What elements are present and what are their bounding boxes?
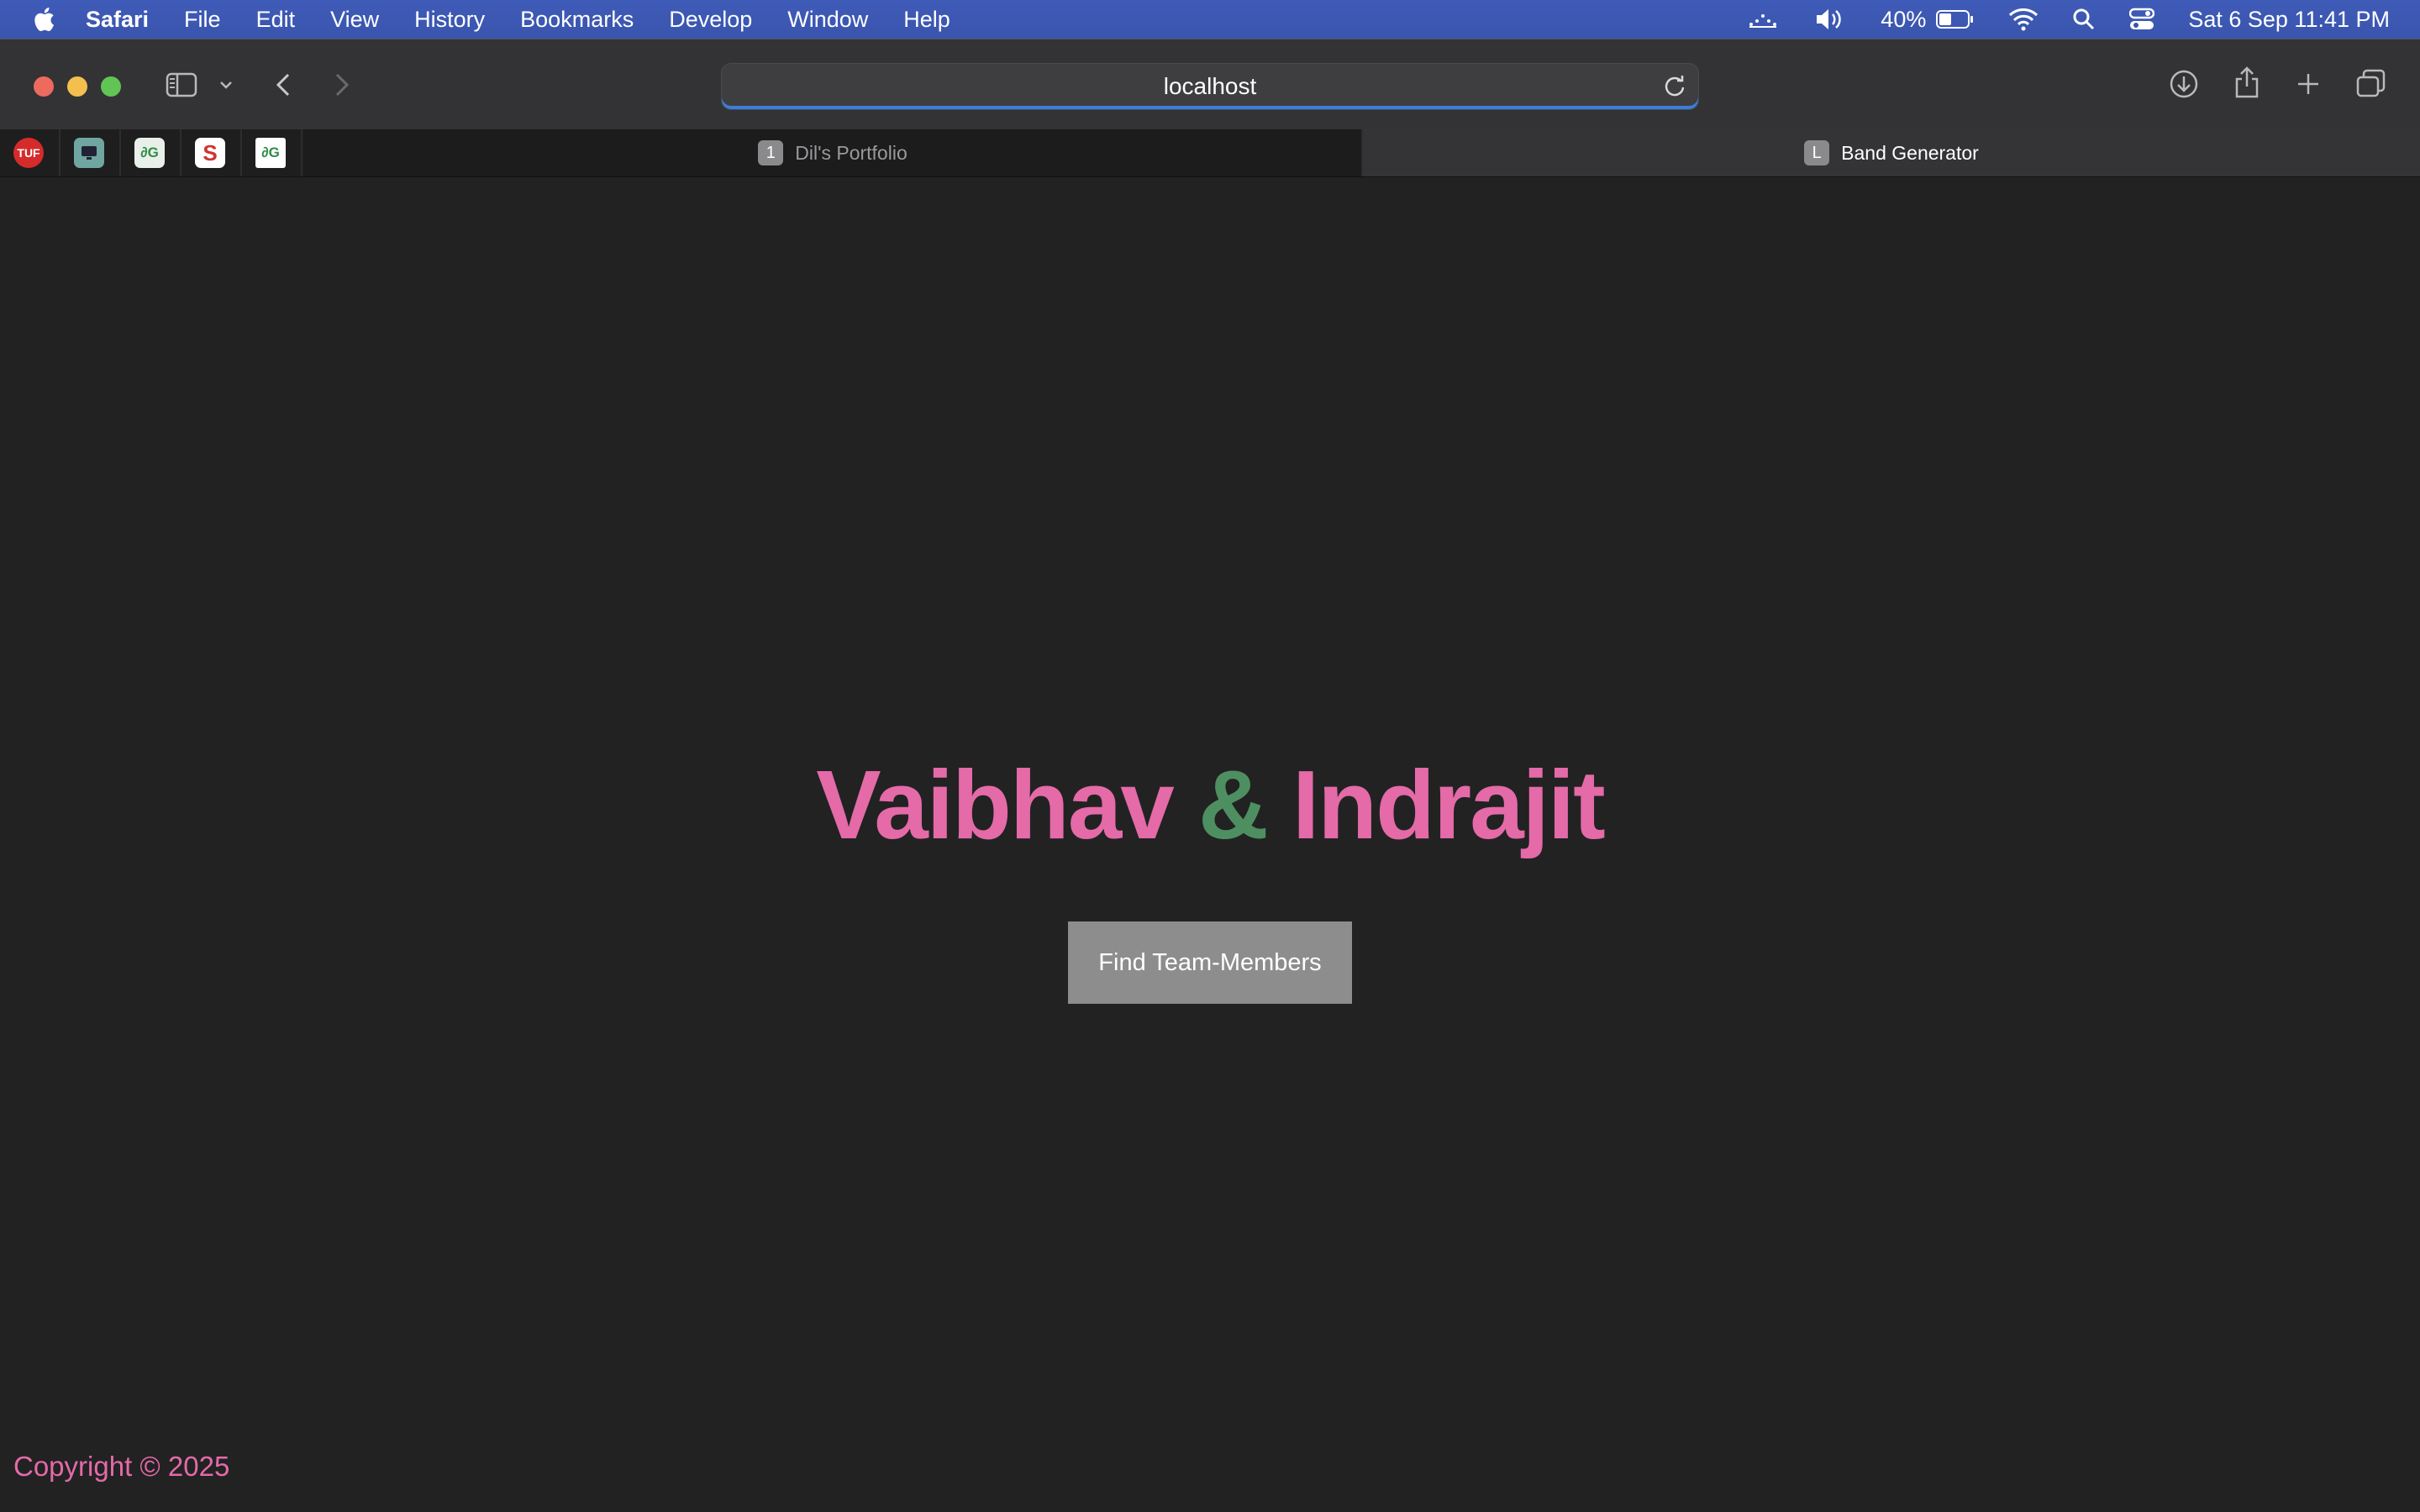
pinned-tab-tuf[interactable]: TUF bbox=[13, 138, 44, 168]
pinned-tab-s[interactable]: S bbox=[195, 138, 225, 168]
tab-overview-icon[interactable] bbox=[2354, 68, 2388, 100]
pinned-tab-label: ∂G bbox=[140, 144, 159, 160]
minimize-window-button[interactable] bbox=[67, 76, 87, 97]
pinned-tab-geeksforgeeks-2[interactable]: ∂G bbox=[255, 138, 286, 168]
spotlight-search-icon[interactable] bbox=[2072, 8, 2096, 31]
title-ampersand: & bbox=[1198, 750, 1269, 859]
monitor-icon bbox=[82, 146, 97, 160]
tab-bar: TUF ∂G S ∂G 1 Dil's Portfolio L Band Gen… bbox=[0, 129, 2420, 177]
tab-band-generator[interactable]: L Band Generator bbox=[1363, 129, 2420, 176]
battery-icon[interactable] bbox=[1936, 9, 1975, 29]
browser-toolbar: localhost bbox=[0, 39, 2420, 130]
volume-icon[interactable] bbox=[1813, 7, 1847, 32]
forward-button-icon[interactable] bbox=[329, 70, 355, 100]
menu-file[interactable]: File bbox=[184, 7, 221, 33]
downloads-icon[interactable] bbox=[2168, 68, 2200, 100]
tab-favicon: L bbox=[1804, 140, 1830, 165]
chevron-down-icon[interactable] bbox=[217, 73, 235, 97]
pinned-tab-geeksforgeeks[interactable]: ∂G bbox=[134, 138, 165, 168]
copyright-footer: Copyright © 2025 bbox=[13, 1451, 230, 1482]
menu-view[interactable]: View bbox=[330, 7, 379, 33]
clock[interactable]: Sat 6 Sep 11:41 PM bbox=[2188, 7, 2390, 33]
menu-bar: Safari File Edit View History Bookmarks … bbox=[0, 0, 2420, 39]
url-text: localhost bbox=[1163, 73, 1257, 99]
tab-favicon: 1 bbox=[758, 140, 784, 165]
new-tab-icon[interactable] bbox=[2294, 70, 2323, 98]
sidebar-toggle-icon[interactable] bbox=[165, 70, 198, 100]
wifi-icon[interactable] bbox=[2008, 8, 2039, 31]
menu-develop[interactable]: Develop bbox=[669, 7, 752, 33]
reload-icon[interactable] bbox=[1663, 74, 1686, 103]
back-button-icon[interactable] bbox=[271, 70, 296, 100]
title-name-first: Vaibhav bbox=[816, 750, 1174, 859]
title-name-second: Indrajit bbox=[1292, 750, 1606, 859]
pinned-tab-label: S bbox=[203, 139, 218, 165]
menu-history[interactable]: History bbox=[414, 7, 485, 33]
menu-app-safari[interactable]: Safari bbox=[86, 7, 149, 33]
share-icon[interactable] bbox=[2232, 65, 2262, 100]
menu-help[interactable]: Help bbox=[903, 7, 950, 33]
bluetooth-dots-icon[interactable] bbox=[1746, 9, 1780, 29]
tab-title: Dil's Portfolio bbox=[795, 141, 908, 164]
tab-dils-portfolio[interactable]: 1 Dil's Portfolio bbox=[304, 129, 1363, 176]
fullscreen-window-button[interactable] bbox=[101, 76, 121, 97]
battery-percent: 40% bbox=[1881, 6, 1927, 32]
tab-title: Band Generator bbox=[1841, 141, 1979, 164]
find-team-members-button[interactable]: Find Team-Members bbox=[1068, 921, 1352, 1004]
pinned-tab-monitor[interactable] bbox=[74, 138, 104, 168]
menu-edit[interactable]: Edit bbox=[256, 7, 296, 33]
pinned-tab-label: TUF bbox=[17, 146, 40, 160]
pinned-tab-label: ∂G bbox=[261, 144, 280, 160]
address-bar[interactable]: localhost bbox=[721, 63, 1699, 110]
menu-window[interactable]: Window bbox=[787, 7, 868, 33]
menu-bookmarks[interactable]: Bookmarks bbox=[520, 7, 634, 33]
control-center-icon[interactable] bbox=[2129, 8, 2155, 31]
close-window-button[interactable] bbox=[34, 76, 54, 97]
web-page: Vaibhav & Indrajit Find Team-Members Cop… bbox=[0, 177, 2420, 1512]
page-title: Vaibhav & Indrajit bbox=[0, 748, 2420, 861]
apple-menu-icon[interactable] bbox=[32, 7, 57, 32]
status-area: 40% Sat 6 Sep 11:41 PM bbox=[1746, 0, 2390, 39]
